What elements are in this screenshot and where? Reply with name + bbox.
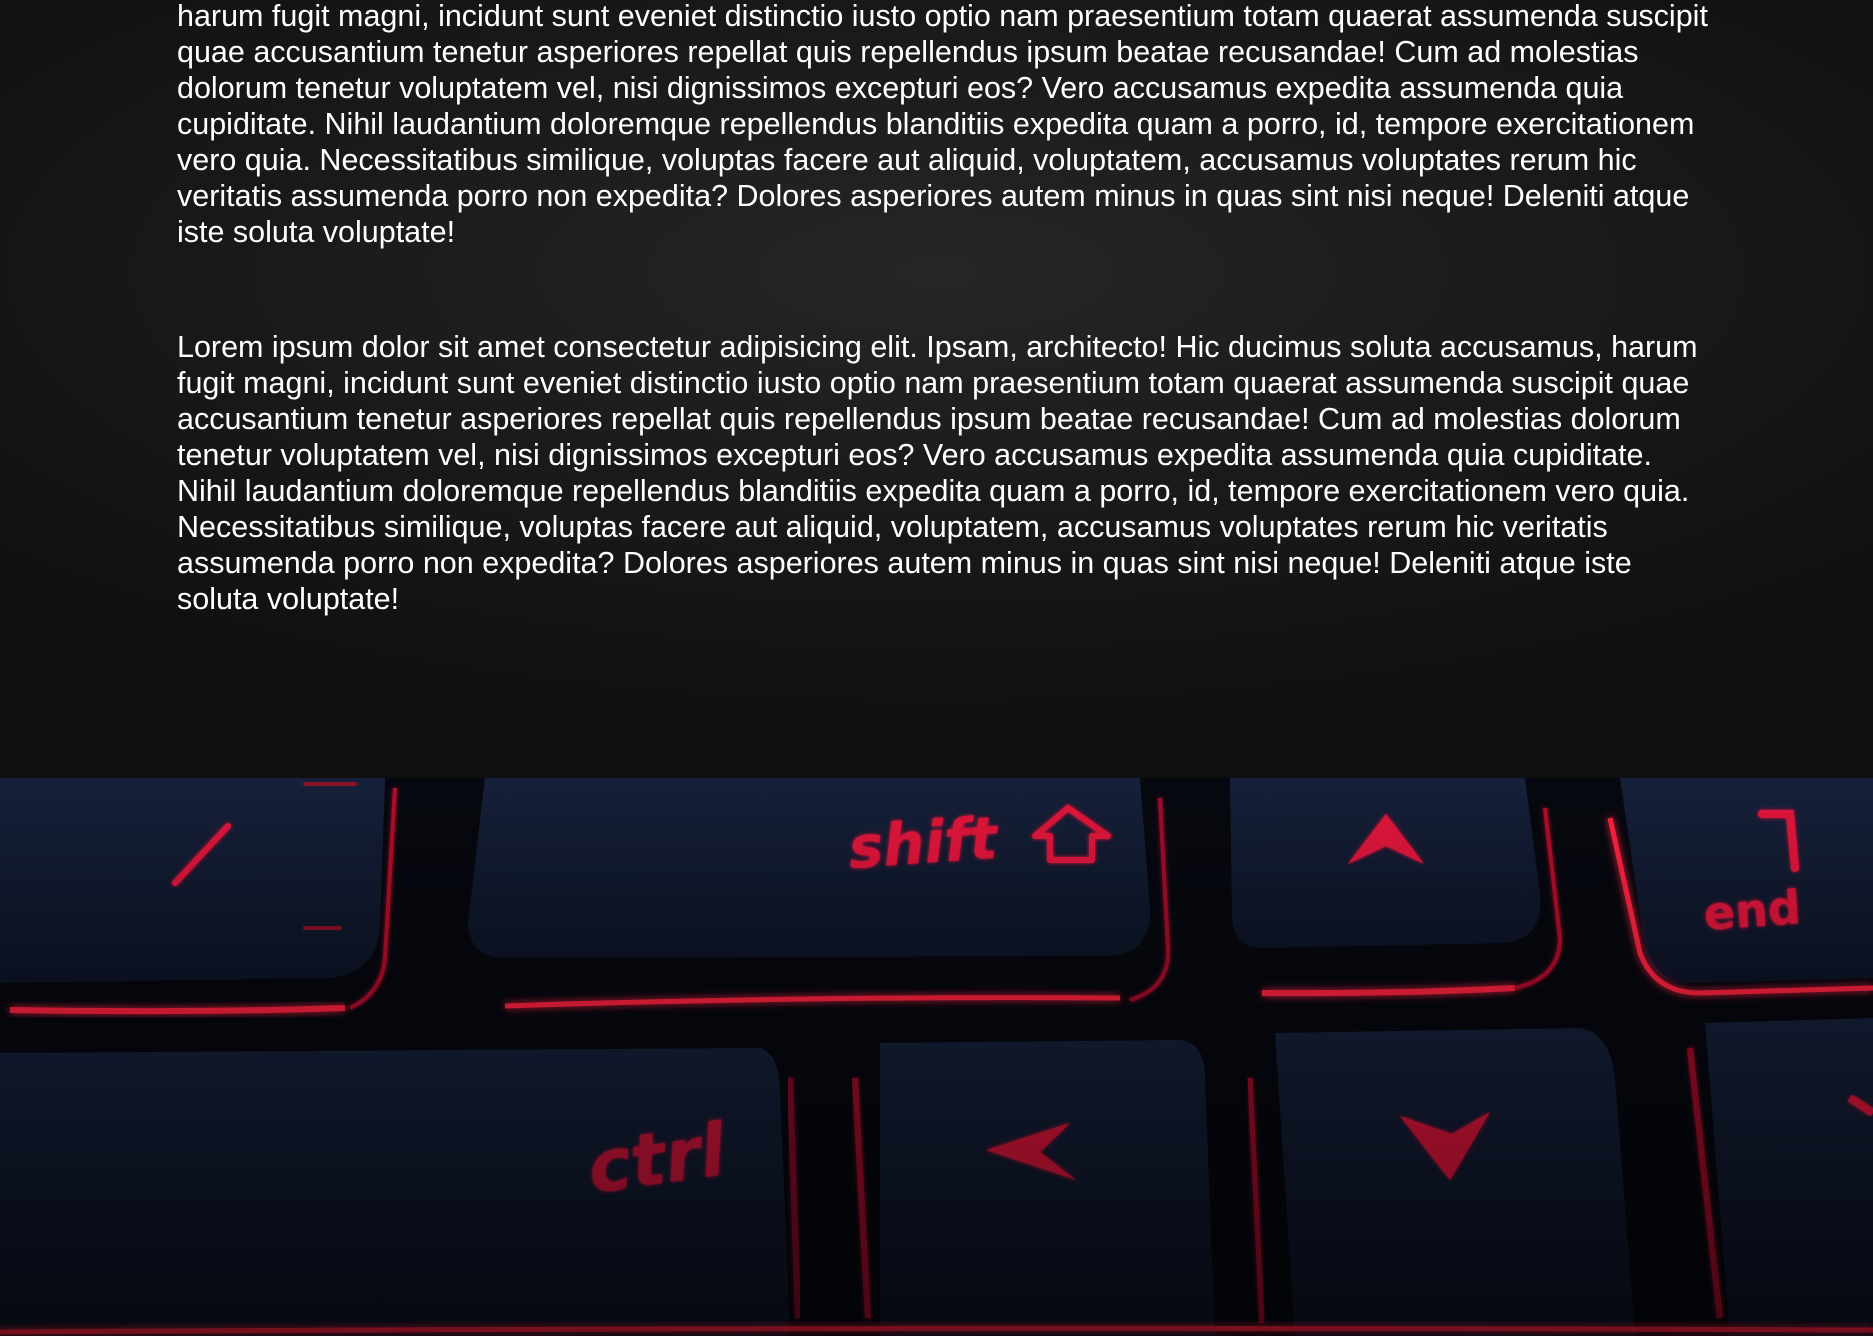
keyboard-illustration: shift end ct [0, 778, 1873, 1336]
keyboard-hero-image: shift end ct [0, 778, 1873, 1336]
page: harum fugit magni, incidunt sunt eveniet… [0, 0, 1873, 1336]
text-section: harum fugit magni, incidunt sunt eveniet… [0, 0, 1873, 778]
body-paragraph: harum fugit magni, incidunt sunt eveniet… [177, 0, 1708, 249]
body-paragraph: Lorem ipsum dolor sit amet consectetur a… [177, 330, 1698, 616]
